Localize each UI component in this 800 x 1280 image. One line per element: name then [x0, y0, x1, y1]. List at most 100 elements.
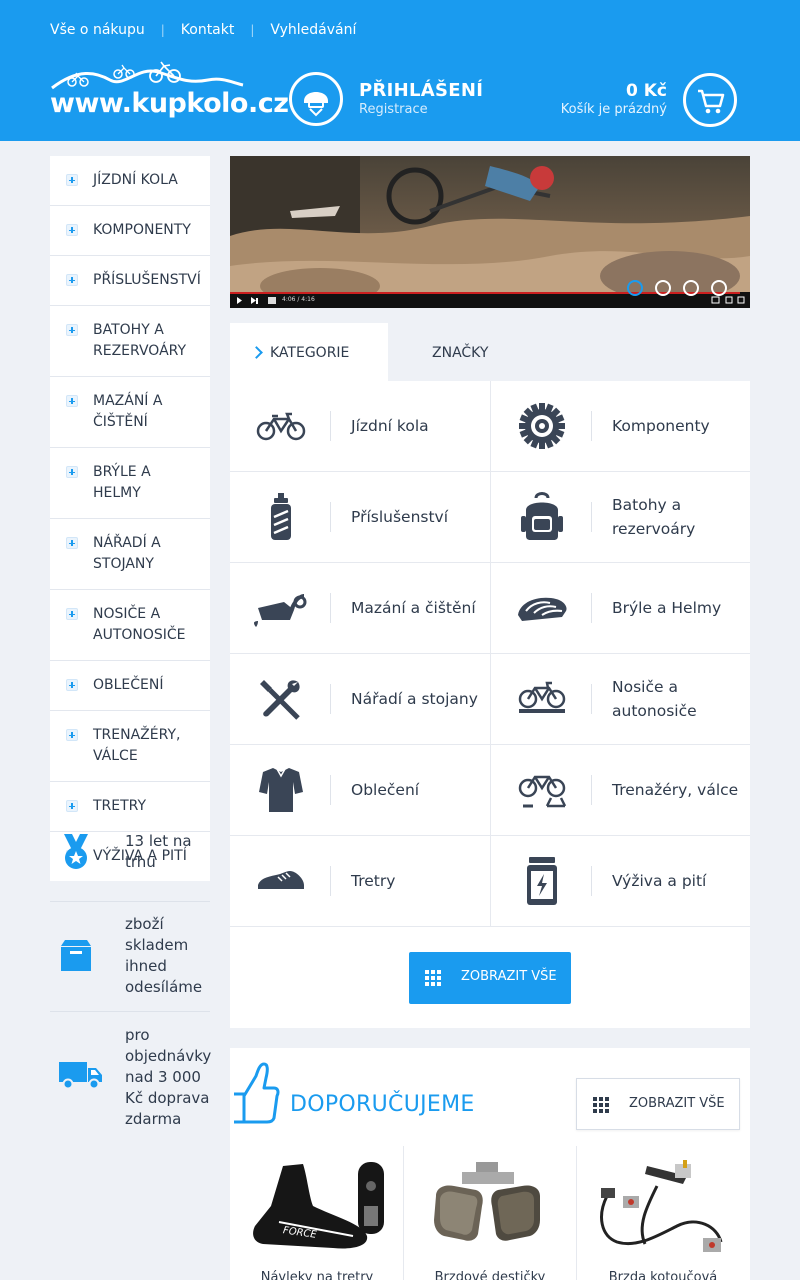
sidebar-item-glasses-helmets[interactable]: BRÝLE A HELMY — [50, 448, 210, 519]
nav-link-contact[interactable]: Kontakt — [181, 22, 235, 38]
divider — [591, 593, 592, 623]
category-tabs: KATEGORIE ZNAČKY — [230, 323, 750, 382]
top-navigation: Vše o nákupu | Kontakt | Vyhledávání — [50, 22, 356, 38]
category-name: Oblečení — [351, 781, 420, 799]
category-tile[interactable]: Nosiče a autonosiče — [490, 654, 750, 745]
shoe-cover-icon: FORCE — [253, 1162, 384, 1249]
slider-dot[interactable] — [711, 280, 727, 296]
slider-dot[interactable] — [655, 280, 671, 296]
sidebar-item-bikes[interactable]: JÍZDNÍ KOLA — [50, 156, 210, 206]
logo-bikes-icon — [51, 61, 244, 90]
cart-icon[interactable] — [683, 73, 737, 127]
plus-icon — [66, 224, 78, 236]
jersey-icon — [254, 765, 308, 815]
bottle-icon — [254, 492, 308, 542]
register-link[interactable]: Registrace — [359, 102, 428, 117]
sidebar-item-lubrication[interactable]: MAZÁNÍ A ČIŠTĚNÍ — [50, 377, 210, 448]
divider — [330, 775, 331, 805]
benefit-text: 13 let na trhu — [125, 832, 192, 871]
site-logo[interactable]: www.kupkolo.cz — [48, 58, 289, 130]
sidebar-item-tools[interactable]: NÁŘADÍ A STOJANY — [50, 519, 210, 590]
divider — [330, 411, 331, 441]
truck-icon — [59, 1062, 102, 1090]
tab-brands[interactable]: ZNAČKY — [432, 323, 488, 382]
plus-icon — [66, 608, 78, 620]
divider — [591, 502, 592, 532]
cart-status: Košík je prázdný — [560, 102, 667, 117]
nutrition-jar-icon — [515, 856, 569, 906]
benefit-shipping: pro objednávky nad 3 000 Kč doprava zdar… — [50, 1012, 211, 1136]
sidebar-item-carriers[interactable]: NOSIČE A AUTONOSIČE — [50, 590, 210, 661]
sidebar-item-accessories[interactable]: PŘÍSLUŠENSTVÍ — [50, 256, 210, 306]
divider — [330, 502, 331, 532]
trainer-icon — [515, 765, 569, 815]
gear-icon — [515, 401, 569, 451]
category-name: Mazání a čištění — [351, 599, 476, 617]
category-tile[interactable]: Batohy a rezervoáry — [490, 472, 750, 563]
nav-link-search[interactable]: Vyhledávání — [270, 22, 356, 38]
slider-dots — [627, 280, 727, 296]
category-tile[interactable]: Jízdní kola — [230, 381, 490, 472]
slider-dot[interactable] — [683, 280, 699, 296]
box-icon — [61, 940, 91, 971]
category-name: Nosiče a autonosiče — [612, 678, 697, 720]
divider — [330, 593, 331, 623]
plus-icon — [66, 324, 78, 336]
plus-icon — [66, 800, 78, 812]
medal-icon — [64, 834, 88, 869]
category-grid: Jízdní kola Komponenty Příslušenství Bat… — [230, 381, 750, 1028]
category-name: Nářadí a stojany — [351, 690, 478, 708]
category-tile[interactable]: Oblečení — [230, 745, 490, 836]
product-card[interactable]: FORCE Návleky na tretry — [231, 1146, 403, 1280]
login-link[interactable]: PŘIHLÁŠENÍ — [359, 80, 483, 101]
sidebar-item-backpacks[interactable]: BATOHY A REZERVOÁRY — [50, 306, 210, 377]
category-name: Jízdní kola — [351, 417, 429, 435]
category-tile[interactable]: Komponenty — [490, 381, 750, 472]
button-label: ZOBRAZIT VŠE — [461, 969, 557, 984]
category-tile[interactable]: Trenažéry, válce — [490, 745, 750, 836]
bicycle-icon — [254, 401, 308, 451]
shoe-icon — [254, 856, 308, 906]
disc-brake-icon — [600, 1160, 723, 1252]
divider — [591, 411, 592, 441]
thumbs-up-icon — [234, 1062, 280, 1124]
category-tile[interactable]: Tretry — [230, 836, 490, 927]
show-all-categories-button[interactable]: ZOBRAZIT VŠE — [409, 952, 571, 1004]
logo-text: www.kupkolo.cz — [50, 88, 289, 119]
recommended-title: DOPORUČUJEME — [290, 1092, 475, 1117]
button-label: ZOBRAZIT VŠE — [629, 1096, 725, 1111]
grid-icon — [425, 970, 441, 986]
product-name: Brzda kotoučová — [608, 1270, 718, 1280]
category-name: Komponenty — [612, 417, 710, 435]
slider-dot[interactable] — [627, 280, 643, 296]
sidebar-item-clothing[interactable]: OBLEČENÍ — [50, 661, 210, 711]
plus-icon — [66, 537, 78, 549]
show-all-recommended-button[interactable]: ZOBRAZIT VŠE — [576, 1078, 740, 1130]
tab-categories[interactable]: KATEGORIE — [230, 323, 388, 382]
divider — [330, 684, 331, 714]
nav-link-about-shopping[interactable]: Vše o nákupu — [50, 22, 145, 38]
plus-icon — [66, 466, 78, 478]
divider — [591, 775, 592, 805]
category-tile[interactable]: Příslušenství — [230, 472, 490, 563]
plus-icon — [66, 679, 78, 691]
category-tile[interactable]: Výživa a pití — [490, 836, 750, 927]
category-name: Brýle a Helmy — [612, 599, 722, 617]
grid-icon — [593, 1097, 609, 1113]
divider — [591, 684, 592, 714]
divider — [330, 866, 331, 896]
category-name: Trenažéry, válce — [612, 781, 739, 799]
category-name: Tretry — [351, 872, 396, 890]
sidebar-item-trainers[interactable]: TRENAŽÉRY, VÁLCE — [50, 711, 210, 782]
category-tile[interactable]: Mazání a čištění — [230, 563, 490, 654]
helmet-icon — [515, 583, 569, 633]
category-tile[interactable]: Nářadí a stojany — [230, 654, 490, 745]
product-card[interactable]: Brzda kotoučová — [577, 1146, 749, 1280]
cart-total[interactable]: 0 Kč — [626, 81, 667, 101]
sidebar-item-components[interactable]: KOMPONENTY — [50, 206, 210, 256]
plus-icon — [66, 729, 78, 741]
category-name: Batohy a rezervoáry — [612, 496, 696, 538]
login-helmet-icon[interactable] — [289, 72, 343, 126]
category-tile[interactable]: Brýle a Helmy — [490, 563, 750, 654]
product-card[interactable]: Brzdové destičky — [404, 1146, 576, 1280]
